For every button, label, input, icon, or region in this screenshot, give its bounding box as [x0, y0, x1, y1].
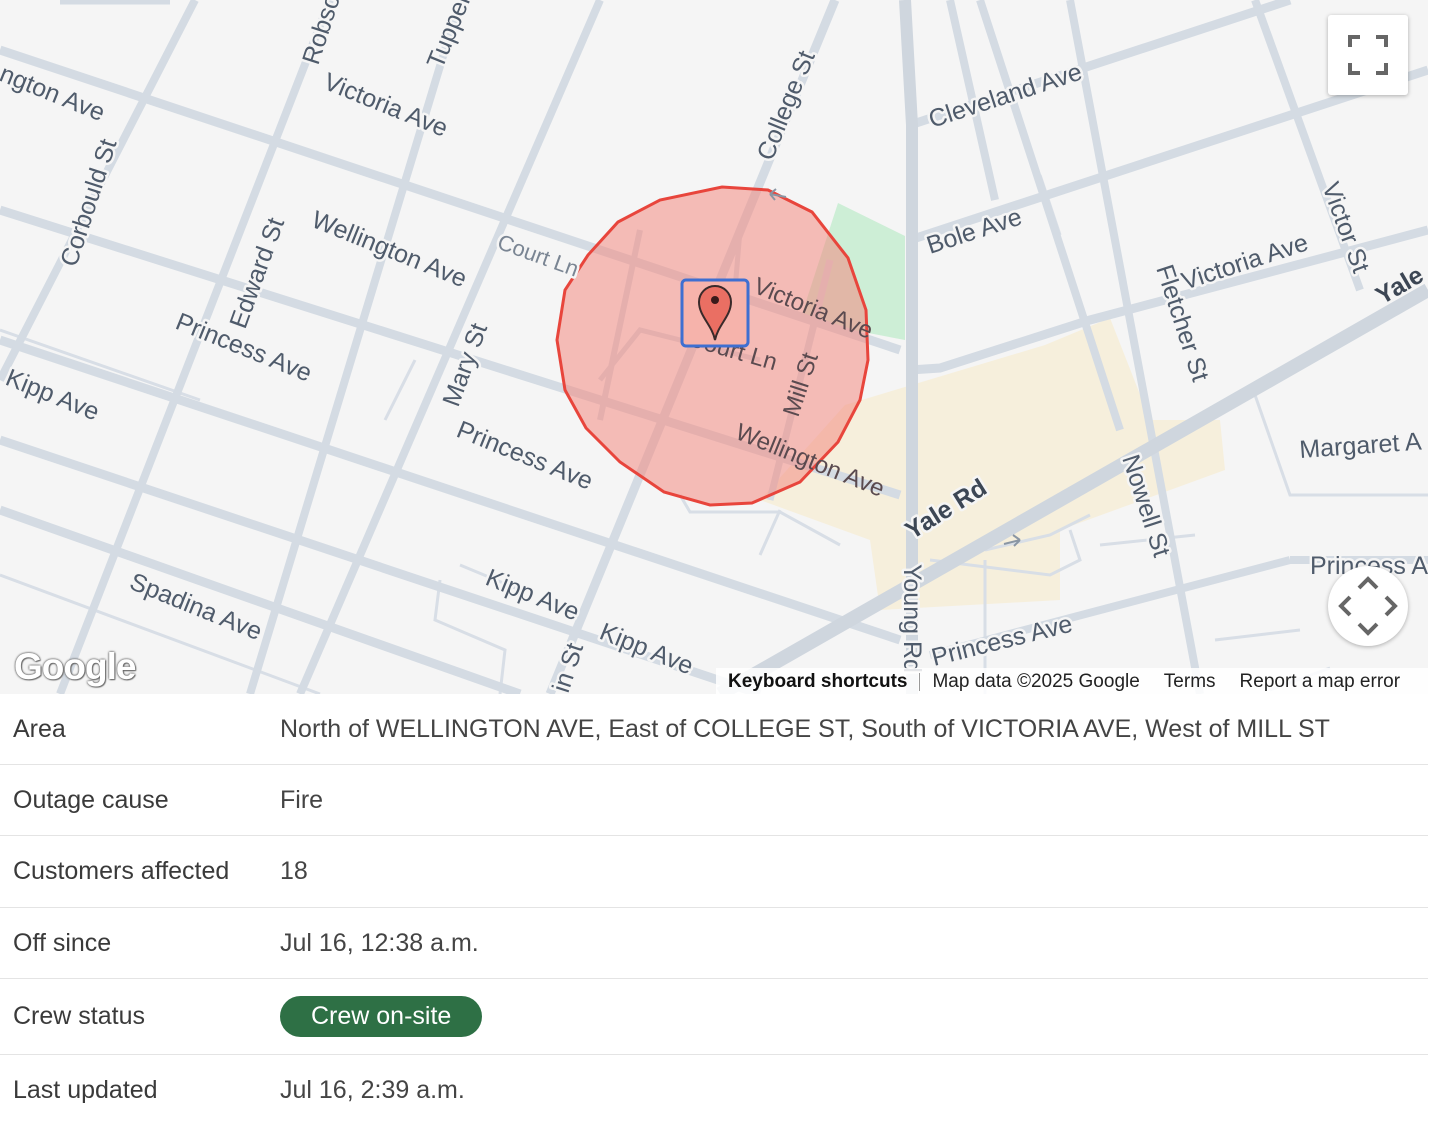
detail-value: North of WELLINGTON AVE, East of COLLEGE…: [280, 714, 1330, 743]
street-label: Princess Ave: [929, 610, 1076, 672]
street-label: Young Rd: [898, 564, 926, 673]
detail-label: Area: [13, 714, 66, 743]
crew-status-badge: Crew on-site: [280, 996, 483, 1037]
street-label: Bole Ave: [923, 203, 1025, 260]
street-label: Edward St: [224, 214, 290, 332]
detail-value: Crew on-site: [280, 996, 1428, 1037]
detail-label: Outage cause: [13, 785, 169, 814]
google-logo[interactable]: Google: [14, 646, 136, 688]
detail-label: Off since: [13, 928, 112, 957]
street-label: Robso: [297, 0, 346, 68]
detail-row-area: Area North of WELLINGTON AVE, East of CO…: [0, 694, 1428, 765]
map-attribution-bar: Keyboard shortcuts Map data ©2025 Google…: [716, 668, 1428, 694]
street-label: in St: [547, 640, 589, 694]
map-canvas[interactable]: ngton Ave Robso Tupper Victoria Ave Coll…: [0, 0, 1428, 694]
street-label: Princess Ave: [453, 416, 597, 496]
detail-label: Last updated: [13, 1075, 158, 1104]
report-map-error-link[interactable]: Report a map error: [1228, 671, 1413, 693]
street-label: Wellington Ave: [308, 206, 471, 294]
map-data-credit: Map data ©2025 Google: [932, 671, 1140, 692]
detail-value: Fire: [280, 785, 324, 814]
detail-row-crew: Crew status Crew on-site: [0, 979, 1428, 1055]
terms-link[interactable]: Terms: [1152, 671, 1228, 693]
detail-row-updated: Last updated Jul 16, 2:39 a.m.: [0, 1055, 1428, 1125]
detail-row-cause: Outage cause Fire: [0, 765, 1428, 836]
detail-value: 18: [280, 857, 308, 885]
street-label: Kipp Ave: [596, 618, 698, 681]
street-label: Tupper: [422, 0, 477, 72]
outage-marker[interactable]: [680, 278, 750, 348]
outage-map[interactable]: ngton Ave Robso Tupper Victoria Ave Coll…: [0, 0, 1428, 694]
detail-label: Crew status: [13, 1002, 145, 1030]
outage-page: ngton Ave Robso Tupper Victoria Ave Coll…: [0, 0, 1448, 1106]
detail-row-customers: Customers affected 18: [0, 836, 1428, 908]
fullscreen-button[interactable]: [1328, 15, 1408, 95]
street-label: College St: [752, 47, 821, 164]
keyboard-shortcuts-link[interactable]: Keyboard shortcuts: [716, 671, 919, 693]
outage-details-table: Area North of WELLINGTON AVE, East of CO…: [0, 694, 1428, 1125]
detail-value: Jul 16, 12:38 a.m.: [280, 928, 479, 957]
fullscreen-icon: [1348, 35, 1388, 75]
street-label: Margaret A: [1298, 428, 1422, 464]
detail-label: Customers affected: [13, 857, 230, 885]
pan-control-button[interactable]: [1328, 566, 1408, 646]
pan-arrows-icon: [1338, 576, 1398, 636]
detail-row-off-since: Off since Jul 16, 12:38 a.m.: [0, 908, 1428, 979]
detail-value: Jul 16, 2:39 a.m.: [280, 1075, 465, 1104]
